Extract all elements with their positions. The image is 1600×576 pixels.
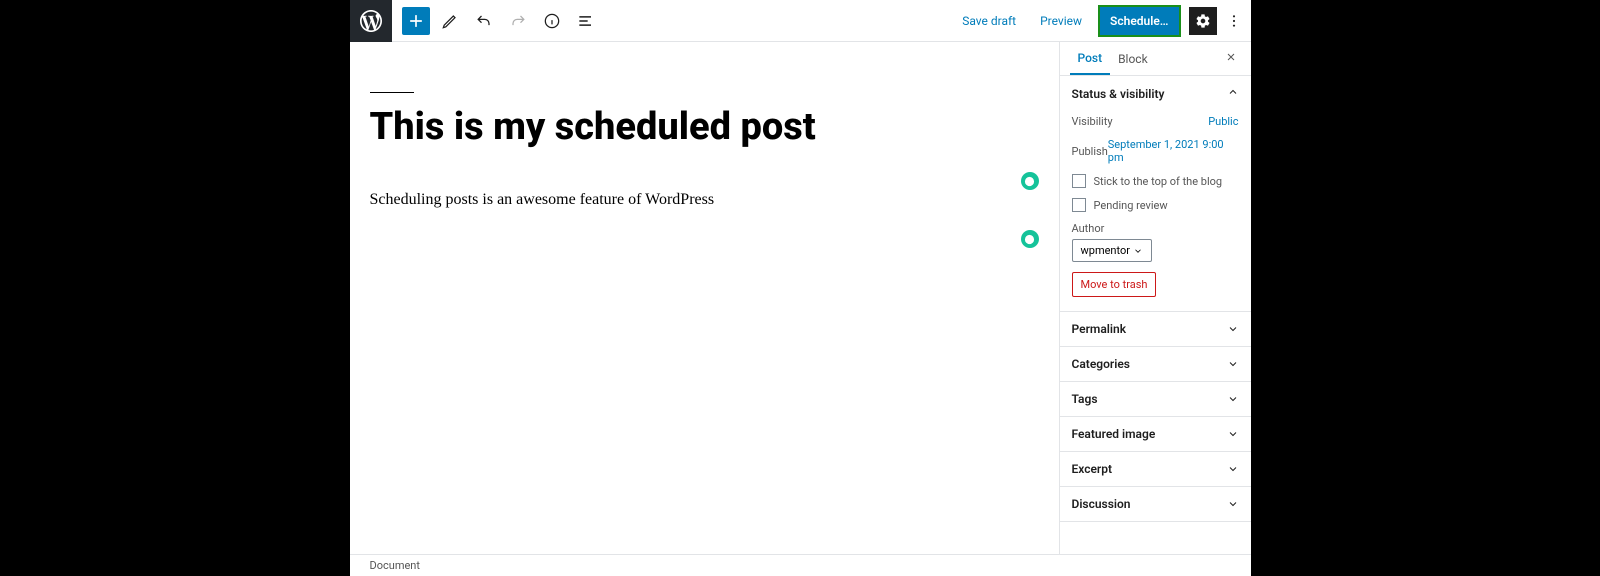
publish-value[interactable]: September 1, 2021 9:00 pm	[1108, 138, 1239, 164]
kebab-icon	[1226, 13, 1242, 29]
author-section: Author wpmentor	[1072, 222, 1239, 262]
info-icon	[542, 11, 562, 31]
wp-logo[interactable]	[350, 0, 392, 42]
panel-title: Featured image	[1072, 427, 1156, 441]
save-draft-button[interactable]: Save draft	[954, 8, 1024, 34]
author-label: Author	[1072, 222, 1239, 235]
stick-to-top-row[interactable]: Stick to the top of the blog	[1072, 174, 1239, 188]
plus-icon	[406, 11, 426, 31]
redo-button[interactable]	[504, 7, 532, 35]
settings-sidebar: Post Block Status & visibility Visibilit…	[1059, 42, 1251, 576]
panel-tags: Tags	[1060, 382, 1251, 417]
panel-status-visibility: Status & visibility Visibility Public Pu…	[1060, 76, 1251, 312]
visibility-value[interactable]: Public	[1208, 115, 1238, 128]
tab-block[interactable]: Block	[1110, 44, 1156, 74]
checkbox[interactable]	[1072, 174, 1086, 188]
visibility-label: Visibility	[1072, 115, 1209, 128]
publish-label: Publish	[1072, 145, 1108, 158]
author-select[interactable]: wpmentor	[1072, 239, 1152, 262]
undo-button[interactable]	[470, 7, 498, 35]
panel-featured-image: Featured image	[1060, 417, 1251, 452]
grammarly-badge[interactable]	[1021, 172, 1039, 190]
panel-head-permalink[interactable]: Permalink	[1060, 312, 1251, 346]
panel-head-excerpt[interactable]: Excerpt	[1060, 452, 1251, 486]
close-sidebar-button[interactable]	[1221, 47, 1241, 70]
author-value: wpmentor	[1081, 244, 1131, 257]
panel-title: Status & visibility	[1072, 87, 1165, 101]
tab-post[interactable]: Post	[1070, 43, 1111, 75]
chevron-down-icon	[1227, 428, 1239, 440]
pending-review-row[interactable]: Pending review	[1072, 198, 1239, 212]
post-paragraph[interactable]: Scheduling posts is an awesome feature o…	[370, 191, 1039, 209]
panel-title: Categories	[1072, 357, 1130, 371]
top-toolbar: Save draft Preview Schedule…	[350, 0, 1251, 42]
undo-icon	[474, 11, 494, 31]
wordpress-icon	[360, 10, 382, 32]
preview-button[interactable]: Preview	[1032, 8, 1090, 34]
post-title[interactable]: This is my scheduled post	[370, 92, 1039, 151]
panel-permalink: Permalink	[1060, 312, 1251, 347]
panel-categories: Categories	[1060, 347, 1251, 382]
chevron-down-icon	[1227, 393, 1239, 405]
grammarly-badge[interactable]	[1021, 230, 1039, 248]
editor-canvas[interactable]: This is my scheduled post Scheduling pos…	[350, 42, 1059, 576]
panel-body-status: Visibility Public Publish September 1, 2…	[1060, 111, 1251, 311]
grammarly-icon	[1024, 176, 1035, 187]
chevron-down-icon	[1227, 463, 1239, 475]
toolbar-left	[392, 7, 600, 35]
schedule-button[interactable]: Schedule…	[1098, 5, 1180, 37]
publish-row: Publish September 1, 2021 9:00 pm	[1072, 138, 1239, 164]
move-to-trash-button[interactable]: Move to trash	[1072, 272, 1157, 297]
chevron-up-icon	[1227, 86, 1239, 101]
chevron-down-icon	[1227, 323, 1239, 335]
chevron-down-icon	[1227, 498, 1239, 510]
panel-title: Discussion	[1072, 497, 1131, 511]
outline-icon	[576, 11, 596, 31]
settings-button[interactable]	[1189, 7, 1217, 35]
outline-button[interactable]	[572, 7, 600, 35]
more-options-button[interactable]	[1225, 7, 1243, 35]
chevron-down-icon	[1227, 358, 1239, 370]
sidebar-tabs: Post Block	[1060, 42, 1251, 76]
panel-excerpt: Excerpt	[1060, 452, 1251, 487]
panel-head-discussion[interactable]: Discussion	[1060, 487, 1251, 521]
breadcrumb[interactable]: Document	[370, 559, 420, 572]
panel-title: Tags	[1072, 392, 1098, 406]
add-block-button[interactable]	[402, 7, 430, 35]
pencil-icon	[440, 11, 460, 31]
redo-icon	[508, 11, 528, 31]
grammarly-icon	[1024, 234, 1035, 245]
info-button[interactable]	[538, 7, 566, 35]
editor-window: Save draft Preview Schedule… This is my …	[350, 0, 1251, 576]
chevron-down-icon	[1133, 246, 1143, 256]
pending-label: Pending review	[1094, 199, 1168, 212]
visibility-row: Visibility Public	[1072, 115, 1239, 128]
panel-head-categories[interactable]: Categories	[1060, 347, 1251, 381]
panel-title: Excerpt	[1072, 462, 1113, 476]
stick-label: Stick to the top of the blog	[1094, 175, 1223, 188]
panel-head-tags[interactable]: Tags	[1060, 382, 1251, 416]
editor-body: This is my scheduled post Scheduling pos…	[350, 42, 1251, 576]
panel-head-featured[interactable]: Featured image	[1060, 417, 1251, 451]
toolbar-right: Save draft Preview Schedule…	[954, 5, 1250, 37]
checkbox[interactable]	[1072, 198, 1086, 212]
close-icon	[1225, 51, 1237, 63]
gear-icon	[1195, 13, 1211, 29]
edit-mode-button[interactable]	[436, 7, 464, 35]
panel-discussion: Discussion	[1060, 487, 1251, 522]
breadcrumb-footer: Document	[350, 554, 1251, 576]
panel-head-status[interactable]: Status & visibility	[1060, 76, 1251, 111]
panel-title: Permalink	[1072, 322, 1127, 336]
